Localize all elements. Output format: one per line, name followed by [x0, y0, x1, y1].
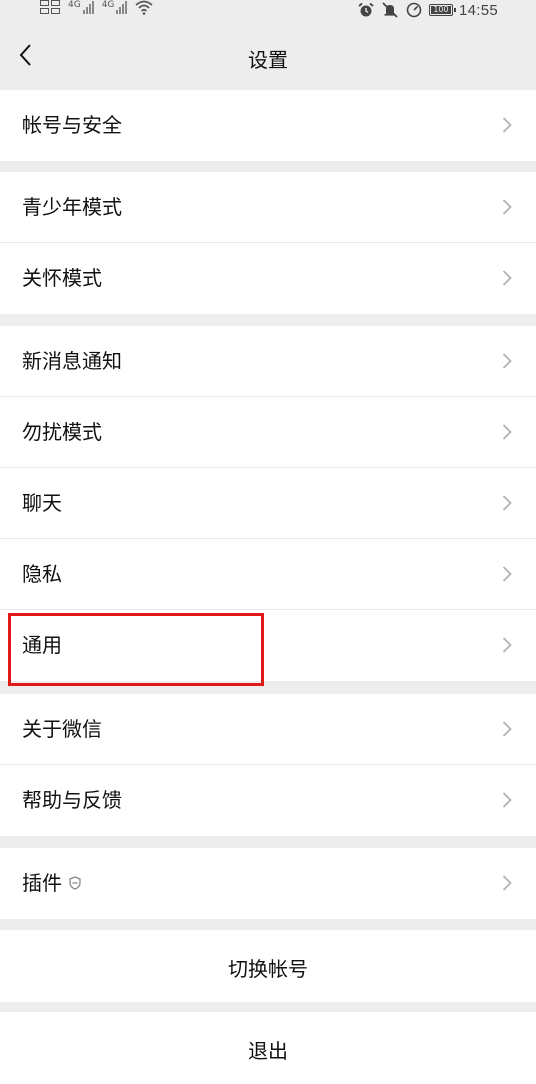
settings-item-label: 新消息通知 [22, 349, 122, 373]
settings-item-label: 通用 [22, 633, 62, 657]
signal-icon: 4G [102, 0, 128, 14]
network-type-label: 4G [68, 0, 81, 10]
settings-item-label: 青少年模式 [22, 195, 122, 219]
mute-icon [382, 2, 398, 18]
settings-item-label-wrap: 插件 [22, 870, 82, 896]
settings-item-do-not-disturb[interactable]: 勿扰模式 [0, 397, 536, 468]
settings-item-about-wechat[interactable]: 关于微信 [0, 694, 536, 765]
settings-item-label: 帐号与安全 [22, 113, 122, 137]
switch-account-button[interactable]: 切换帐号 [0, 930, 536, 1002]
settings-item-privacy[interactable]: 隐私 [0, 539, 536, 610]
chevron-right-icon [502, 270, 512, 286]
settings-item-notifications[interactable]: 新消息通知 [0, 326, 536, 397]
nav-bar: 设置 [0, 22, 536, 90]
chevron-right-icon [502, 117, 512, 133]
speed-icon [406, 2, 422, 18]
settings-item-care-mode[interactable]: 关怀模式 [0, 243, 536, 314]
chevron-right-icon [502, 792, 512, 808]
settings-group: 插件 [0, 848, 536, 919]
settings-item-help-feedback[interactable]: 帮助与反馈 [0, 765, 536, 836]
shield-icon [69, 876, 81, 890]
page-title: 设置 [248, 48, 288, 72]
network-type-label: 4G [101, 0, 115, 10]
status-left: 4G 4G [40, 0, 153, 16]
chevron-right-icon [502, 637, 512, 653]
settings-item-label: 勿扰模式 [22, 420, 102, 444]
status-bar: 4G 4G 100 14:55 [0, 0, 536, 22]
chevron-right-icon [502, 875, 512, 891]
chevron-right-icon [502, 566, 512, 582]
status-right: 100 14:55 [357, 0, 498, 20]
settings-group: 新消息通知 勿扰模式 聊天 隐私 通用 [0, 326, 536, 681]
sim-icon [40, 0, 60, 14]
settings-item-label: 关怀模式 [22, 266, 102, 290]
settings-item-plugins[interactable]: 插件 [0, 848, 536, 919]
wifi-icon [135, 0, 153, 15]
status-time: 14:55 [458, 1, 498, 19]
logout-label: 退出 [248, 1039, 288, 1063]
chevron-right-icon [502, 721, 512, 737]
settings-item-label: 关于微信 [22, 717, 102, 741]
battery-icon: 100 [428, 4, 456, 16]
settings-group: 关于微信 帮助与反馈 [0, 694, 536, 836]
settings-item-label: 帮助与反馈 [22, 788, 122, 812]
settings-item-general[interactable]: 通用 [0, 610, 536, 681]
settings-item-account-security[interactable]: 帐号与安全 [0, 90, 536, 161]
signal-icon: 4G [68, 0, 94, 14]
settings-item-teen-mode[interactable]: 青少年模式 [0, 172, 536, 243]
settings-item-label: 聊天 [22, 491, 62, 515]
settings-group: 青少年模式 关怀模式 [0, 172, 536, 314]
battery-level: 100 [433, 5, 449, 14]
switch-account-label: 切换帐号 [228, 957, 308, 981]
chevron-right-icon [502, 199, 512, 215]
chevron-right-icon [502, 424, 512, 440]
logout-button[interactable]: 退出 [0, 1012, 536, 1084]
alarm-icon [358, 2, 374, 17]
settings-item-chat[interactable]: 聊天 [0, 468, 536, 539]
settings-group: 帐号与安全 [0, 90, 536, 161]
settings-item-label: 隐私 [22, 562, 62, 586]
chevron-right-icon [502, 353, 512, 369]
chevron-right-icon [502, 495, 512, 511]
settings-item-label: 插件 [22, 871, 62, 895]
